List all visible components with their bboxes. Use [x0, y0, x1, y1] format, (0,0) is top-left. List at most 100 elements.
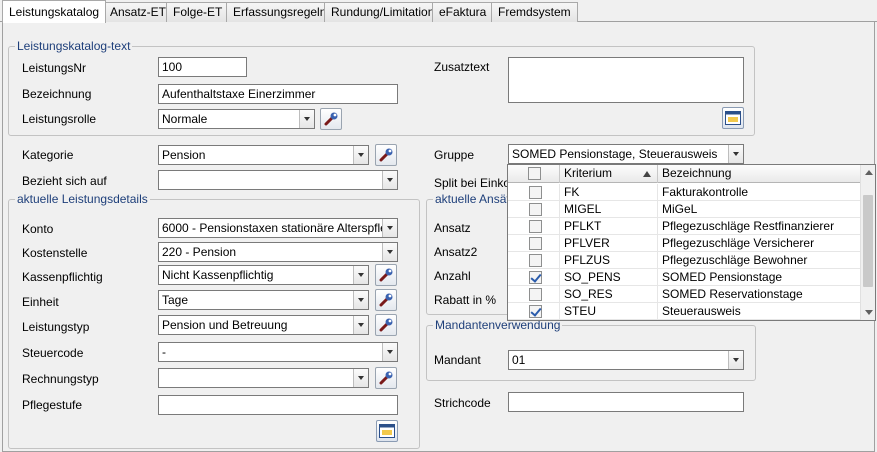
einheit-select[interactable]: Tage [158, 290, 369, 310]
leistungstyp-select[interactable]: Pension und Betreuung [158, 315, 369, 335]
group-legend: aktuelle Leistungsdetails [15, 192, 150, 206]
grid-row[interactable]: SO_PENS SOMED Pensionstage [508, 269, 861, 286]
chevron-down-icon[interactable] [353, 266, 368, 284]
chevron-down-icon[interactable] [353, 316, 368, 334]
leistungstyp-label: Leistungstyp [22, 320, 90, 334]
chevron-down-icon[interactable] [382, 243, 397, 261]
pflegestufe-input[interactable] [158, 395, 398, 415]
select-all-checkbox[interactable] [528, 167, 541, 180]
grid-cell-check [508, 201, 560, 218]
strichcode-input[interactable] [508, 392, 744, 412]
row-checkbox[interactable] [529, 305, 542, 318]
row-checkbox[interactable] [529, 203, 542, 216]
row-checkbox[interactable] [529, 288, 542, 301]
tab-efaktura[interactable]: eFaktura [432, 2, 494, 22]
row-checkbox[interactable] [529, 254, 542, 267]
kassenpflichtig-select[interactable]: Nicht Kassenpflichtig [158, 265, 369, 285]
gruppe-label: Gruppe [434, 148, 475, 162]
steuercode-select[interactable]: - [158, 342, 398, 362]
grid-cell-check [508, 184, 560, 201]
header-bezeichnung[interactable]: Bezeichnung [658, 165, 861, 183]
einheit-wrench-button[interactable] [375, 289, 397, 311]
leistungsnr-input[interactable]: 100 [158, 57, 247, 77]
mandant-label: Mandant [434, 353, 481, 367]
kassenpflichtig-value: Nicht Kassenpflichtig [162, 268, 274, 282]
mandant-select[interactable]: 01 [508, 350, 744, 370]
chevron-down-icon[interactable] [353, 291, 368, 309]
row-checkbox[interactable] [529, 220, 542, 233]
tab-fremdsystem[interactable]: Fremdsystem [491, 2, 578, 22]
grid-cell-kriterium: PFLKT [560, 218, 658, 235]
kategorie-wrench-button[interactable] [375, 144, 397, 166]
anzahl-label: Anzahl [434, 269, 471, 283]
scroll-down-icon[interactable] [865, 310, 873, 315]
grid-row[interactable]: SO_RES SOMED Reservationstage [508, 286, 861, 303]
grid-cell-kriterium: PFLZUS [560, 252, 658, 269]
grid-cell-kriterium: FK [560, 184, 658, 201]
bezeichnung-input[interactable]: Aufenthaltstaxe Einerzimmer [158, 84, 398, 104]
leistungsrolle-wrench-button[interactable] [320, 108, 342, 130]
chevron-down-icon[interactable] [353, 146, 368, 164]
chevron-down-icon[interactable] [353, 369, 368, 387]
leistungsrolle-label: Leistungsrolle [22, 112, 97, 126]
header-select-all[interactable] [508, 165, 560, 183]
einheit-label: Einheit [22, 295, 59, 309]
chevron-down-icon[interactable] [382, 171, 397, 189]
mandant-value: 01 [512, 353, 526, 367]
chevron-down-icon[interactable] [728, 351, 743, 369]
grid-cell-check [508, 303, 560, 320]
grid-scrollbar[interactable] [860, 165, 875, 320]
grid-row[interactable]: PFLVER Pflegezuschläge Versicherer [508, 235, 861, 252]
tab-ansatz-et[interactable]: Ansatz-ET [103, 2, 174, 22]
tab-folge-et[interactable]: Folge-ET [166, 2, 230, 22]
header-kriterium[interactable]: Kriterium [560, 165, 658, 183]
wrench-icon [379, 268, 393, 282]
tab-erfassungsregeln[interactable]: Erfassungsregeln [226, 2, 334, 22]
grid-row[interactable]: MIGEL MiGeL [508, 201, 861, 218]
group-legend: aktuelle Ansätz [433, 192, 518, 206]
kassenpflichtig-wrench-button[interactable] [375, 264, 397, 286]
zusatztext-textarea[interactable] [508, 57, 744, 103]
chevron-down-icon[interactable] [382, 219, 397, 237]
tab-rundung-limitation[interactable]: Rundung/Limitation [324, 2, 442, 22]
zusatztext-label: Zusatztext [434, 60, 490, 74]
kategorie-value: Pension [162, 148, 206, 162]
row-checkbox[interactable] [529, 237, 542, 250]
chevron-down-icon[interactable] [382, 343, 397, 361]
details-editor-button[interactable] [376, 420, 398, 442]
bezieht-label: Bezieht sich auf [22, 174, 107, 188]
row-checkbox[interactable] [529, 271, 542, 284]
leistungstyp-wrench-button[interactable] [375, 314, 397, 336]
grid-row[interactable]: STEU Steuerausweis [508, 303, 861, 320]
bezieht-select[interactable] [158, 170, 398, 190]
steuercode-value: - [162, 345, 166, 359]
einheit-value: Tage [162, 293, 189, 307]
chevron-down-icon[interactable] [728, 145, 743, 163]
grid-row[interactable]: PFLZUS Pflegezuschläge Bewohner [508, 252, 861, 269]
zusatztext-editor-button[interactable] [722, 107, 744, 129]
scroll-up-icon[interactable] [865, 170, 873, 175]
kassenpflichtig-label: Kassenpflichtig [22, 270, 103, 284]
grid-row[interactable]: FK Fakturakontrolle [508, 184, 861, 201]
chevron-down-icon[interactable] [299, 110, 314, 128]
row-checkbox[interactable] [529, 186, 542, 199]
header-kriterium-label: Kriterium [564, 166, 613, 180]
grid-header: Kriterium Bezeichnung [508, 165, 861, 183]
wrench-icon [379, 318, 393, 332]
sort-ascending-icon [643, 171, 651, 177]
gruppe-select[interactable]: SOMED Pensionstage, Steuerausweis [508, 144, 744, 164]
konto-select[interactable]: 6000 - Pensionstaxen stationäre Alterspf… [158, 218, 398, 238]
tab-leistungskatalog[interactable]: Leistungskatalog [2, 0, 107, 23]
wrench-icon [379, 293, 393, 307]
grid-row[interactable]: PFLKT Pflegezuschläge Restfinanzierer [508, 218, 861, 235]
leistungsrolle-select[interactable]: Normale [158, 109, 315, 129]
grid-cell-check [508, 218, 560, 235]
grid-cell-bezeichnung: Steuerausweis [658, 303, 861, 320]
scroll-thumb[interactable] [863, 195, 873, 287]
rechnungstyp-wrench-button[interactable] [375, 367, 397, 389]
kostenstelle-select[interactable]: 220 - Pension [158, 242, 398, 262]
leistungsrolle-value: Normale [162, 112, 208, 126]
kategorie-select[interactable]: Pension [158, 145, 369, 165]
rechnungstyp-select[interactable] [158, 368, 369, 388]
gruppe-dropdown-grid[interactable]: Kriterium Bezeichnung FK Fakturakontrolle… [507, 164, 876, 321]
